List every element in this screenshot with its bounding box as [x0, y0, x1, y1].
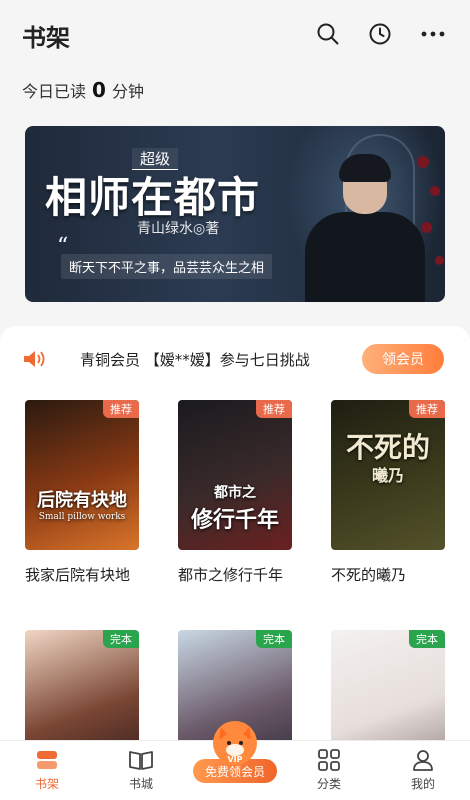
banner-rose: [417, 156, 429, 168]
book-item[interactable]: 不死的 曦乃 推荐 不死的曦乃: [331, 400, 445, 585]
book-title[interactable]: 我家后院有块地: [25, 564, 139, 585]
tab-label: 书架: [34, 777, 59, 791]
banner-rose: [430, 186, 440, 196]
finished-badge: 完本: [103, 630, 139, 648]
more-options-icon[interactable]: [418, 19, 448, 49]
recommend-badge: 推荐: [256, 400, 292, 418]
notice-bar: 青铜会员 【嫒**嫒】参与七日挑战 领会员: [22, 344, 448, 374]
cover-title: 不死的: [345, 431, 430, 464]
recommend-badge: 推荐: [409, 400, 445, 418]
tab-label: 书城: [128, 777, 153, 791]
search-icon[interactable]: [313, 19, 343, 49]
book-cover[interactable]: 不死的 曦乃 推荐: [331, 400, 445, 550]
cover-subtitle: 都市之: [214, 485, 256, 501]
bookshelf-card: 青铜会员 【嫒**嫒】参与七日挑战 领会员 后院有块地 Small pillow…: [0, 326, 470, 780]
promo-banner[interactable]: 超级 相师在都市 青山绿水◎著 “ 断天下不平之事，品芸芸众生之相: [25, 126, 445, 302]
claim-membership-button[interactable]: 领会员: [362, 344, 444, 374]
speaker-icon: [22, 349, 48, 369]
tab-label: 我的: [410, 777, 435, 791]
page-title: 书架: [22, 24, 70, 52]
banner-figure-hair: [339, 154, 391, 182]
book-title[interactable]: 不死的曦乃: [331, 564, 445, 585]
vip-mark-text: VIP: [227, 755, 242, 764]
book-item[interactable]: 后院有块地 Small pillow works 推荐 我家后院有块地: [25, 400, 139, 585]
bookshelf-icon: [34, 748, 60, 772]
banner-slogan: 断天下不平之事，品芸芸众生之相: [61, 254, 273, 279]
book-title[interactable]: 都市之修行千年: [178, 564, 292, 585]
reading-prefix: 今日已读: [22, 82, 87, 101]
banner-rose: [435, 256, 444, 265]
tab-label: 分类: [316, 777, 341, 791]
notice-text: 青铜会员 【嫒**嫒】参与七日挑战: [80, 350, 310, 369]
today-reading-time: 今日已读 0 分钟: [22, 78, 144, 102]
finished-badge: 完本: [256, 630, 292, 648]
category-grid-icon: [317, 748, 341, 772]
cover-title: 后院有块地: [37, 490, 127, 511]
recommend-badge: 推荐: [103, 400, 139, 418]
tab-free-vip[interactable]: VIP 免费领会员: [188, 721, 282, 800]
history-clock-icon[interactable]: [365, 19, 395, 49]
banner-figure-body: [305, 212, 425, 302]
user-profile-icon: [411, 748, 435, 772]
top-bar: 书架: [0, 0, 470, 70]
cover-title: 修行千年: [190, 507, 279, 533]
tab-bookstore[interactable]: 书城: [94, 741, 188, 800]
tab-mine[interactable]: 我的: [376, 741, 470, 800]
reading-suffix: 分钟: [111, 82, 144, 101]
reading-minutes: 0: [92, 78, 106, 102]
cover-subtitle: Small pillow works: [38, 512, 126, 522]
banner-author: 青山绿水◎著: [137, 221, 220, 237]
tab-category[interactable]: 分类: [282, 741, 376, 800]
book-item[interactable]: 都市之 修行千年 推荐 都市之修行千年: [178, 400, 292, 585]
open-book-icon: [128, 748, 154, 772]
banner-rose: [421, 222, 432, 233]
cover-subtitle: 曦乃: [371, 466, 404, 485]
book-cover[interactable]: 都市之 修行千年 推荐: [178, 400, 292, 550]
tab-bookshelf[interactable]: 书架: [0, 741, 94, 800]
book-cover[interactable]: 后院有块地 Small pillow works 推荐: [25, 400, 139, 550]
fox-mascot-icon: VIP: [213, 721, 257, 765]
banner-title: 相师在都市: [45, 173, 261, 222]
finished-badge: 完本: [409, 630, 445, 648]
bottom-tab-bar: 书架 书城 VIP 免费领会员 分类 我的: [0, 721, 470, 800]
